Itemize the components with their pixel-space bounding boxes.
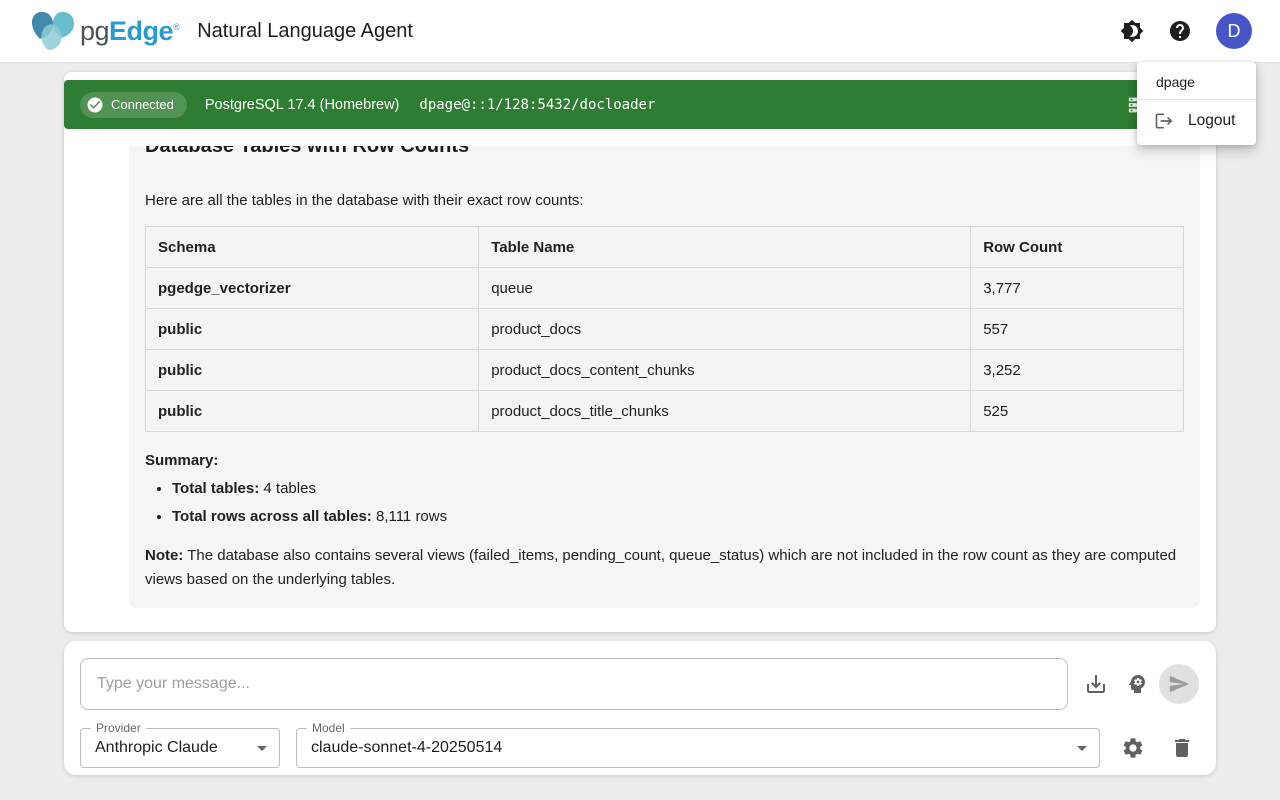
trash-icon [1170,736,1194,760]
app-header: pgEdge® Natural Language Agent D [0,0,1280,63]
cell-row-count: 3,777 [971,268,1184,309]
messages-card: Database Tables with Row Counts Here are… [64,72,1216,632]
model-value: claude-sonnet-4-20250514 [297,739,1077,757]
cell-row-count: 557 [971,309,1184,350]
column-header-table-name: Table Name [479,227,971,268]
message-heading: Database Tables with Row Counts [145,146,1184,160]
table-row: pgedge_vectorizer queue 3,777 [146,268,1184,309]
cell-table-name: product_docs_title_chunks [479,391,971,432]
settings-button[interactable] [1113,728,1153,768]
table-row: public product_docs 557 [146,309,1184,350]
pgedge-logo-icon [28,9,78,53]
assistant-message: Database Tables with Row Counts Here are… [129,146,1200,608]
table-row: public product_docs_content_chunks 3,252 [146,350,1184,391]
summary-label: Summary: [145,450,1184,472]
column-header-schema: Schema [146,227,479,268]
connection-string: dpage@::1/128:5432/docloader [419,97,655,113]
provider-label: Provider [91,721,146,735]
chevron-down-icon [1077,746,1087,751]
model-label: Model [307,721,350,735]
summary-list: Total tables: 4 tables Total rows across… [145,478,1184,528]
logout-label: Logout [1188,112,1235,130]
logout-menu-item[interactable]: Logout [1137,100,1256,139]
column-header-row-count: Row Count [971,227,1184,268]
download-button[interactable] [1076,664,1116,704]
cell-table-name: product_docs_content_chunks [479,350,971,391]
status-text: Connected [111,97,174,112]
provider-select[interactable]: Provider Anthropic Claude [80,728,280,768]
cell-schema: public [146,309,479,350]
chevron-down-icon [257,746,267,751]
send-icon [1168,673,1190,695]
message-note: Note: The database also contains several… [145,544,1184,592]
theme-toggle-button[interactable] [1112,11,1152,51]
connection-status-bar: Connected PostgreSQL 17.4 (Homebrew) dpa… [64,80,1216,129]
message-input[interactable] [80,658,1068,710]
download-icon [1084,672,1108,696]
help-icon [1168,19,1192,43]
message-intro: Here are all the tables in the database … [145,190,1184,212]
model-select[interactable]: Model claude-sonnet-4-20250514 [296,728,1100,768]
user-avatar[interactable]: D [1216,13,1252,49]
cell-table-name: queue [479,268,971,309]
cell-row-count: 3,252 [971,350,1184,391]
table-header-row: Schema Table Name Row Count [146,227,1184,268]
brightness-icon [1120,19,1144,43]
cell-table-name: product_docs [479,309,971,350]
thinking-mode-button[interactable] [1117,664,1157,704]
server-version-text: PostgreSQL 17.4 (Homebrew) [205,97,400,113]
provider-value: Anthropic Claude [81,739,257,757]
list-item: Total rows across all tables: 8,111 rows [172,506,1184,528]
pgedge-logo: pgEdge® [28,9,179,53]
connection-status-badge: Connected [80,92,187,118]
cell-row-count: 525 [971,391,1184,432]
pgedge-wordmark: pgEdge® [80,16,179,47]
help-button[interactable] [1160,11,1200,51]
check-circle-icon [86,96,104,114]
composer-card: Provider Anthropic Claude Model claude-s… [64,641,1216,775]
header-actions: D [1112,11,1252,51]
messages-scroll-area[interactable]: Database Tables with Row Counts Here are… [64,146,1216,632]
page-title: Natural Language Agent [197,20,413,43]
user-menu-username: dpage [1137,71,1256,97]
cell-schema: public [146,391,479,432]
user-menu: dpage Logout [1137,62,1256,145]
row-counts-table: Schema Table Name Row Count pgedge_vecto… [145,226,1184,432]
logout-icon [1154,111,1174,131]
gear-icon [1121,736,1145,760]
table-row: public product_docs_title_chunks 525 [146,391,1184,432]
cell-schema: public [146,350,479,391]
clear-conversation-button[interactable] [1162,728,1202,768]
list-item: Total tables: 4 tables [172,478,1184,500]
cell-schema: pgedge_vectorizer [146,268,479,309]
send-button[interactable] [1159,664,1199,704]
psychology-icon [1125,672,1149,696]
